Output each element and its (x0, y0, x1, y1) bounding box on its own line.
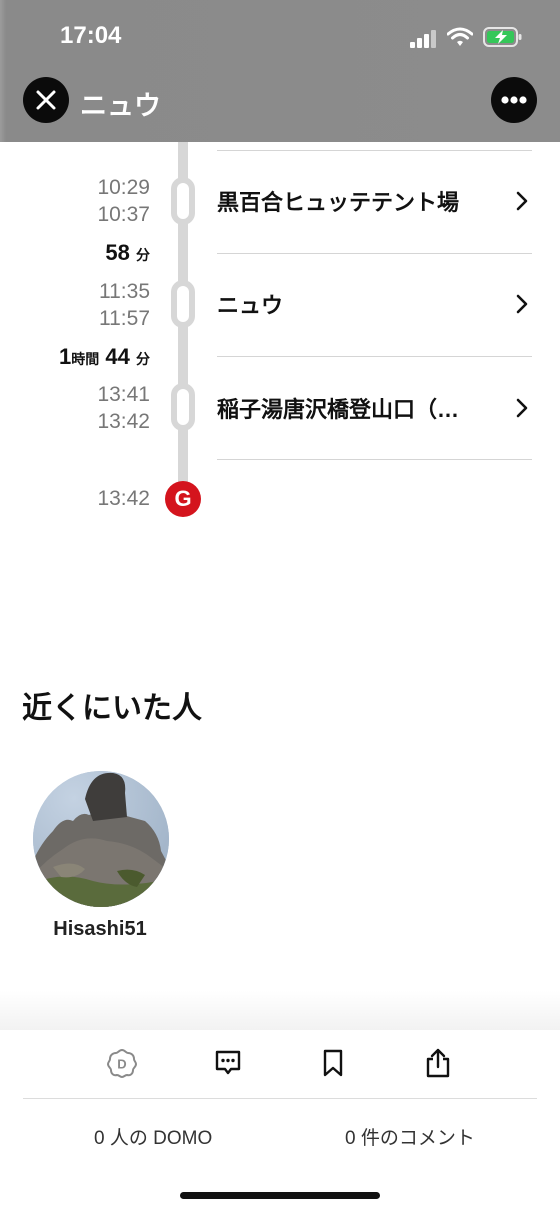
bookmark-icon (323, 1049, 343, 1077)
depart-time: 10:37 (97, 203, 150, 226)
divider (217, 253, 532, 254)
svg-text:D: D (117, 1057, 126, 1072)
depart-time: 13:42 (97, 410, 150, 433)
domo-icon: D (106, 1048, 138, 1079)
stop-row[interactable]: 黒百合ヒュッテテント場 (217, 181, 547, 221)
segment-duration: 1時間 44 分 (0, 344, 150, 370)
duration-minutes-unit: 分 (136, 351, 150, 367)
duration-hours-unit: 時間 (71, 351, 100, 367)
page-title: ニュウ (80, 91, 161, 121)
bookmark-button[interactable] (315, 1045, 351, 1081)
arrive-time: 10:29 (97, 176, 150, 199)
stop-row[interactable]: 稲子湯唐沢橋登山口（… (217, 388, 547, 428)
bottom-bar-shadow (0, 990, 560, 1030)
chevron-right-icon (516, 294, 528, 314)
duration-minutes: 44 (105, 344, 130, 369)
divider (217, 150, 532, 151)
comment-count[interactable]: 0 件のコメント (345, 1123, 475, 1150)
close-icon (36, 90, 56, 110)
avatar-photo (33, 771, 169, 907)
goal-time: 13:42 (97, 487, 150, 510)
chevron-right-icon (516, 398, 528, 418)
home-indicator (180, 1192, 380, 1199)
share-button[interactable] (420, 1045, 456, 1081)
header: 17:04 ニュウ (0, 0, 560, 142)
more-options-button[interactable] (491, 77, 537, 123)
status-time: 17:04 (60, 22, 122, 49)
duration-minutes: 58 (105, 240, 130, 265)
more-horizontal-icon (501, 96, 527, 104)
divider (217, 356, 532, 357)
comment-icon (215, 1050, 241, 1075)
stop-name: ニュウ (217, 293, 284, 318)
stop-name: 稲子湯唐沢橋登山口（… (217, 397, 460, 422)
divider (23, 1098, 537, 1099)
bottom-action-bar (0, 1030, 560, 1211)
battery-charging-icon (483, 27, 522, 47)
nearby-people-title: 近くにいた人 (22, 692, 202, 725)
chevron-right-icon (516, 191, 528, 211)
depart-time: 11:57 (99, 307, 150, 330)
duration-hours: 1 (59, 344, 72, 369)
stop-row[interactable]: ニュウ (217, 284, 547, 324)
user-name[interactable]: Hisashi51 (30, 918, 170, 941)
cellular-signal-icon (410, 30, 436, 48)
domo-count[interactable]: 0 人の DOMO (94, 1123, 212, 1150)
arrive-time: 13:41 (97, 383, 150, 406)
divider (217, 459, 532, 460)
share-icon (426, 1048, 450, 1078)
wifi-icon (447, 27, 473, 46)
user-avatar[interactable] (33, 771, 169, 907)
close-button[interactable] (23, 77, 69, 123)
timeline-stop-node (171, 383, 195, 431)
arrive-time: 11:35 (99, 280, 150, 303)
domo-button[interactable]: D (104, 1045, 140, 1081)
timeline-stop-node (171, 280, 195, 328)
duration-unit: 分 (136, 247, 150, 263)
goal-marker: G (165, 481, 201, 517)
timeline-stop-node (171, 177, 195, 225)
segment-duration: 58 分 (0, 240, 150, 266)
stop-name: 黒百合ヒュッテテント場 (217, 190, 460, 215)
comment-button[interactable] (210, 1045, 246, 1081)
